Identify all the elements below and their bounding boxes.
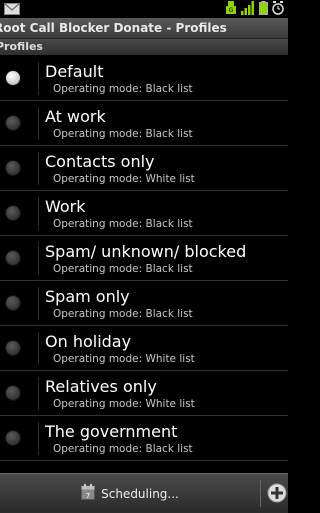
profile-name: Contacts only [45,152,155,171]
divider [260,480,261,507]
scheduling-label: Scheduling... [101,486,179,501]
profile-row[interactable]: On holiday Operating mode: White list [0,326,288,371]
profile-name: Spam/ unknown/ blocked [45,242,247,261]
divider [38,332,39,365]
profile-name: Default [45,62,104,81]
divider [38,152,39,185]
radio-button-icon[interactable] [6,251,20,265]
profile-row[interactable]: Work Operating mode: Black list [0,191,288,236]
profile-name: On holiday [45,332,132,351]
radio-button-icon[interactable] [6,71,20,85]
profile-mode: Operating mode: Black list [53,263,193,275]
title-bar: Root Call Blocker Donate - Profiles [0,18,288,39]
calendar-icon: 7 [81,483,96,504]
divider [38,422,39,455]
signal-icon [241,0,255,19]
profile-mode: Operating mode: Black list [53,443,193,455]
radio-button-icon[interactable] [6,116,20,130]
profile-row[interactable]: Relatives only Operating mode: White lis… [0,371,288,416]
profile-mode: Operating mode: Black list [53,218,193,230]
divider [38,242,39,275]
battery-icon [259,0,268,19]
app-title: Root Call Blocker Donate - Profiles [0,21,227,35]
profile-mode: Operating mode: White list [53,398,195,410]
radio-button-icon[interactable] [6,341,20,355]
profile-row[interactable]: The government Operating mode: Black lis… [0,416,288,461]
profile-mode: Operating mode: Black list [53,308,193,320]
alarm-icon [272,0,284,19]
status-bar: G [0,0,288,18]
svg-text:G: G [229,7,234,14]
profile-list: Default Operating mode: Black list At wo… [0,56,288,472]
profile-mode: Operating mode: Black list [53,128,193,140]
profile-row[interactable]: Spam/ unknown/ blocked Operating mode: B… [0,236,288,281]
divider [38,377,39,410]
bottom-bar: 7 Scheduling... [0,473,288,513]
profile-mode: Operating mode: White list [53,353,195,365]
profile-name: Work [45,197,86,216]
profile-row[interactable]: Spam only Operating mode: Black list [0,281,288,326]
radio-button-icon[interactable] [6,386,20,400]
profile-mode: Operating mode: White list [53,173,195,185]
section-header-label: Profiles [0,40,43,53]
usb-icon: G [225,0,237,19]
profile-row[interactable]: Default Operating mode: Black list [0,56,288,101]
profile-name: Spam only [45,287,130,306]
scheduling-button[interactable]: 7 Scheduling... [0,474,260,513]
plus-icon [266,483,288,508]
radio-button-icon[interactable] [6,206,20,220]
profile-name: At work [45,107,106,126]
divider [38,197,39,230]
profile-name: Relatives only [45,377,157,396]
add-profile-button[interactable] [266,482,288,504]
radio-button-icon[interactable] [6,161,20,175]
profile-row[interactable]: Contacts only Operating mode: White list [0,146,288,191]
profile-row[interactable]: At work Operating mode: Black list [0,101,288,146]
profile-name: The government [45,422,178,441]
divider [38,287,39,320]
profile-mode: Operating mode: Black list [53,83,193,95]
svg-text:7: 7 [86,492,90,500]
divider [38,62,39,95]
section-header: Profiles [0,39,288,55]
divider [38,107,39,140]
radio-button-icon[interactable] [6,431,20,445]
envelope-icon [4,0,20,19]
radio-button-icon[interactable] [6,296,20,310]
